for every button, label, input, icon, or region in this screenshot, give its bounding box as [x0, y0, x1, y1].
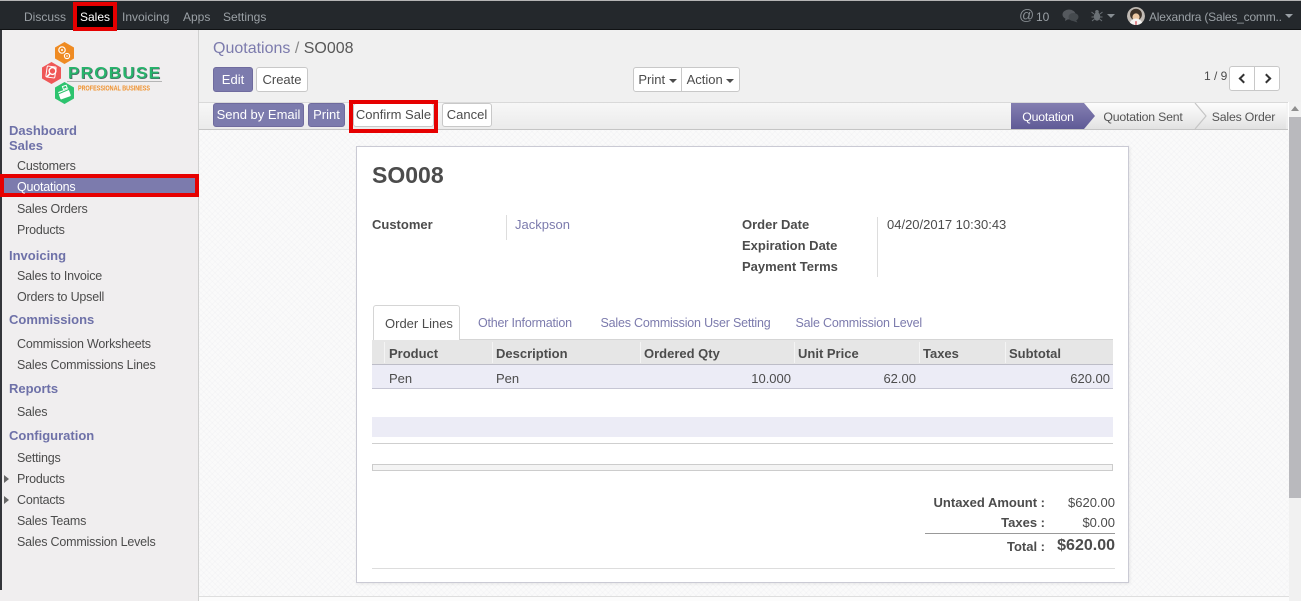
svg-text:Quotation Sent: Quotation Sent	[1103, 110, 1183, 124]
svg-text:PROBUSE: PROBUSE	[68, 63, 160, 82]
svg-text:PROFESSIONAL BUSINESS: PROFESSIONAL BUSINESS	[78, 86, 150, 93]
svg-text:Sales Order: Sales Order	[1212, 110, 1276, 124]
svg-text:Quotation: Quotation	[1022, 110, 1074, 124]
